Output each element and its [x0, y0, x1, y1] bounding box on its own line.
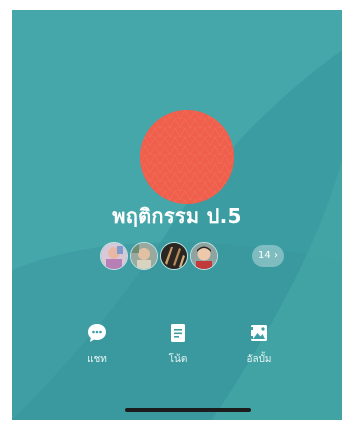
note-action[interactable]: โน้ต: [143, 322, 213, 367]
chat-bubble-icon: [88, 324, 106, 342]
note-label: โน้ต: [168, 354, 188, 365]
action-bar: แชท โน้ต อัลบั้ม: [12, 322, 342, 382]
home-indicator[interactable]: [125, 408, 251, 412]
group-photo[interactable]: [140, 110, 234, 204]
member-avatar[interactable]: [100, 242, 128, 270]
member-avatar[interactable]: [190, 242, 218, 270]
member-avatar[interactable]: [130, 242, 158, 270]
member-avatar[interactable]: [160, 242, 188, 270]
more-members-button[interactable]: 14 ›: [252, 245, 284, 267]
group-name: พฤติกรรม ป.5: [112, 204, 242, 228]
member-avatars[interactable]: 14 ›: [100, 242, 290, 270]
note-icon: [171, 324, 185, 342]
group-profile-screen: พฤติกรรม ป.5 14 › แชท โน้ต อัลบั้ม: [12, 10, 342, 420]
album-action[interactable]: อัลบั้ม: [224, 322, 294, 367]
chat-action[interactable]: แชท: [62, 322, 132, 367]
chat-label: แชท: [87, 354, 107, 365]
album-label: อัลบั้ม: [246, 354, 272, 365]
album-icon: [251, 325, 267, 341]
